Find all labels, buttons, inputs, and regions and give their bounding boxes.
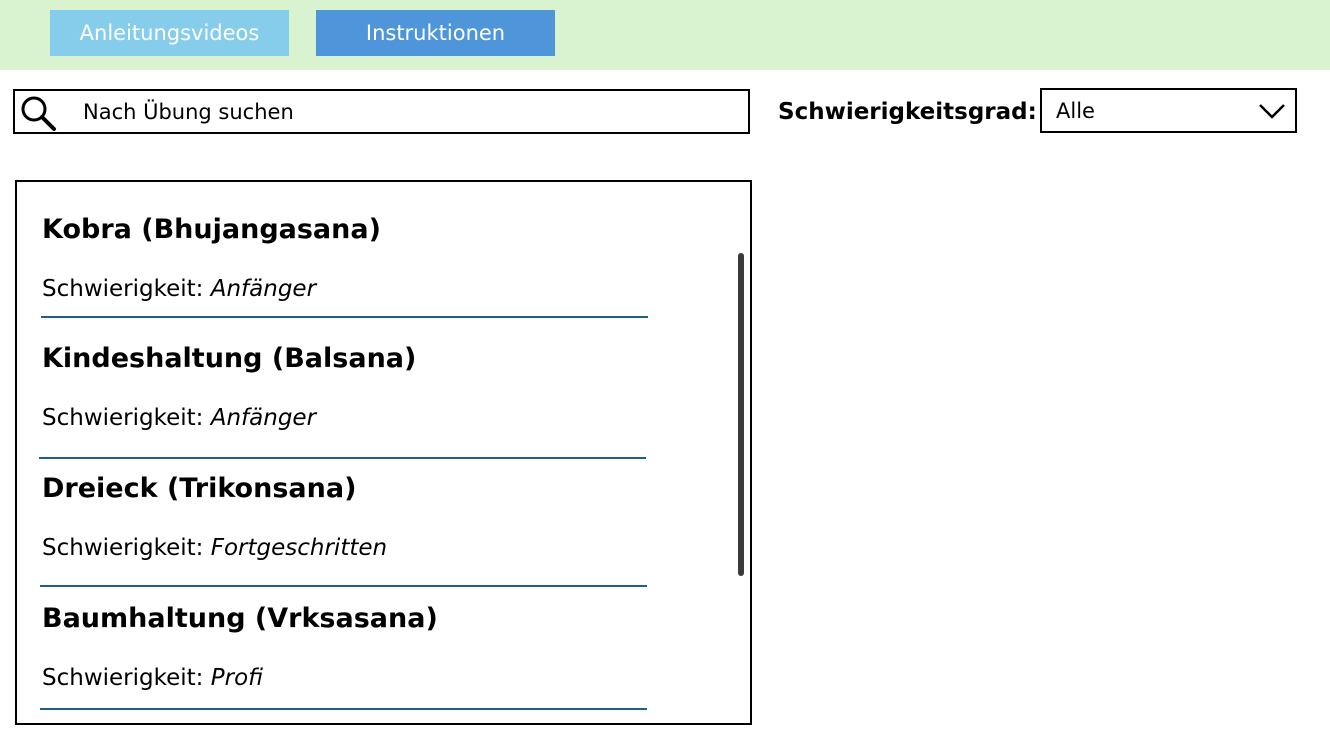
- tab-instruction-videos[interactable]: Anleitungsvideos: [50, 10, 289, 56]
- divider: [39, 457, 646, 459]
- search-input[interactable]: Nach Übung suchen: [13, 89, 750, 134]
- exercise-title: Dreieck (Trikonsana): [42, 473, 357, 504]
- exercise-difficulty: Schwierigkeit: Profi: [42, 665, 264, 691]
- search-placeholder: Nach Übung suchen: [83, 99, 294, 124]
- exercise-difficulty: Schwierigkeit: Anfänger: [42, 405, 317, 431]
- exercise-list[interactable]: Kobra (Bhujangasana) Schwierigkeit: Anfä…: [15, 180, 752, 725]
- difficulty-filter-label: Schwierigkeitsgrad:: [778, 98, 1037, 125]
- top-nav-bar: Anleitungsvideos Instruktionen: [0, 0, 1330, 70]
- exercise-difficulty: Schwierigkeit: Anfänger: [42, 276, 317, 302]
- divider: [40, 708, 647, 710]
- exercise-title: Baumhaltung (Vrksasana): [42, 603, 438, 634]
- search-icon: [21, 96, 56, 131]
- scrollbar[interactable]: [738, 253, 744, 576]
- exercise-title: Kobra (Bhujangasana): [42, 214, 381, 245]
- difficulty-select[interactable]: Alle: [1040, 88, 1297, 133]
- exercise-title: Kindeshaltung (Balsana): [42, 343, 417, 374]
- difficulty-select-value: Alle: [1056, 98, 1095, 123]
- chevron-down-icon: [1259, 104, 1285, 119]
- divider: [41, 316, 648, 318]
- exercise-difficulty: Schwierigkeit: Fortgeschritten: [42, 535, 388, 561]
- divider: [40, 585, 647, 587]
- tab-instructions[interactable]: Instruktionen: [316, 10, 555, 56]
